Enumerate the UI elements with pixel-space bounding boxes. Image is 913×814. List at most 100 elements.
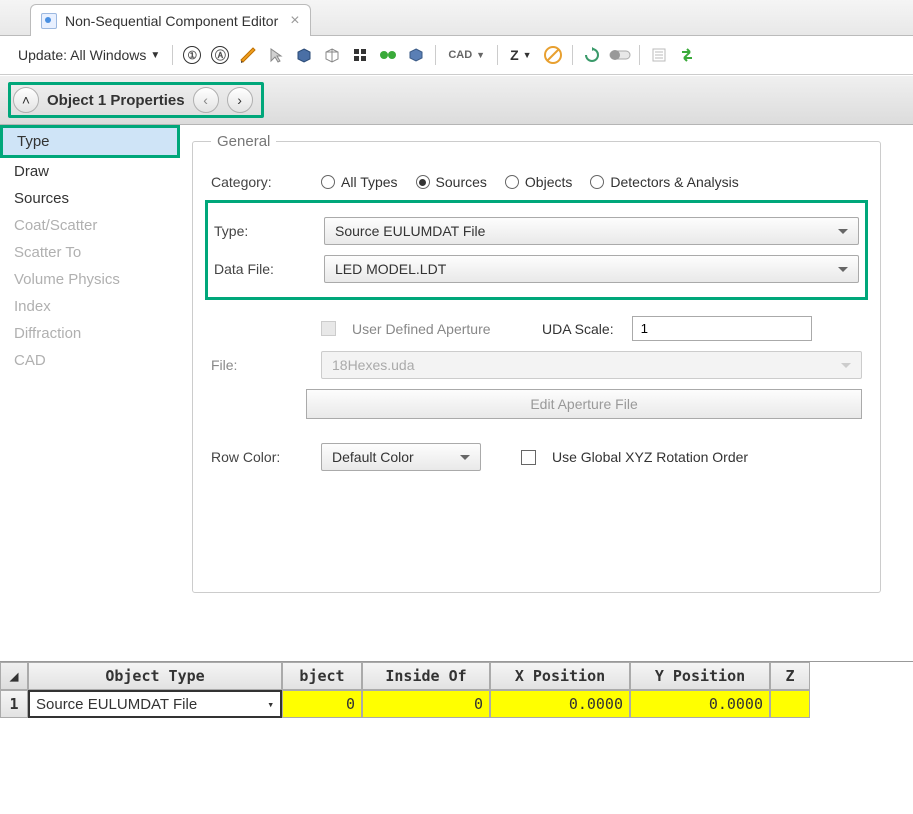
next-object-button[interactable]: › [227, 87, 253, 113]
cell-z[interactable] [770, 690, 810, 718]
global-xyz-label: Use Global XYZ Rotation Order [552, 449, 748, 465]
edit-icon[interactable] [237, 44, 259, 66]
sidebar-item-coat-scatter: Coat/Scatter [0, 212, 180, 239]
table-header-row: ◢ Object Type bject Inside Of X Position… [0, 662, 913, 690]
sidebar-item-draw[interactable]: Draw [0, 158, 180, 185]
rowcolor-combo[interactable]: Default Color [321, 443, 481, 471]
cell-x-position[interactable]: 0.0000 [490, 690, 630, 718]
document-icon [41, 13, 57, 29]
sidebar: Type Draw Sources Coat/Scatter Scatter T… [0, 125, 180, 655]
cursor-icon[interactable] [265, 44, 287, 66]
update-label: Update: All Windows [18, 47, 146, 63]
cube-solid-icon[interactable] [293, 44, 315, 66]
prev-object-button[interactable]: ‹ [193, 87, 219, 113]
radio-all-types-label: All Types [341, 174, 398, 190]
datafile-value: LED MODEL.LDT [335, 261, 446, 277]
type-datafile-highlight: Type: Source EULUMDAT File Data File: LE… [205, 200, 868, 300]
category-label: Category: [211, 174, 311, 190]
table-corner[interactable]: ◢ [0, 662, 28, 690]
chevron-down-icon: ▼ [476, 50, 485, 60]
file-label: File: [211, 357, 311, 373]
category-row: Category: All Types Sources Objects Dete… [211, 174, 862, 190]
content-panel: General Category: All Types Sources Obje… [180, 125, 913, 655]
col-bject[interactable]: bject [282, 662, 362, 690]
update-dropdown[interactable]: Update: All Windows ▼ [14, 45, 164, 65]
cell-inside-of[interactable]: 0 [362, 690, 490, 718]
category-radios: All Types Sources Objects Detectors & An… [321, 174, 739, 190]
cad-label: CAD [448, 49, 472, 61]
separator [639, 45, 640, 65]
col-y-position[interactable]: Y Position [630, 662, 770, 690]
rowcolor-row: Row Color: Default Color Use Global XYZ … [211, 443, 862, 471]
col-z[interactable]: Z [770, 662, 810, 690]
swap-icon[interactable] [676, 44, 698, 66]
separator [497, 45, 498, 65]
z-label: Z [510, 47, 519, 63]
datafile-label: Data File: [214, 261, 314, 277]
file-row: File: 18Hexes.uda [211, 351, 862, 379]
chevron-down-icon: ▼ [150, 50, 160, 61]
separator [435, 45, 436, 65]
z-dropdown[interactable]: Z ▼ [506, 45, 535, 65]
table-row[interactable]: 1 Source EULUMDAT File 0 0 0.0000 0.0000 [0, 690, 913, 718]
datafile-row: Data File: LED MODEL.LDT [214, 255, 859, 283]
file-value-label: 18Hexes.uda [332, 357, 415, 373]
radio-objects[interactable]: Objects [505, 174, 572, 190]
radio-objects-label: Objects [525, 174, 572, 190]
radio-sources-label: Sources [436, 174, 487, 190]
rowcolor-label: Row Color: [211, 449, 311, 465]
radio-sources[interactable]: Sources [416, 174, 487, 190]
hex-icon[interactable] [405, 44, 427, 66]
col-object-type[interactable]: Object Type [28, 662, 282, 690]
cad-dropdown[interactable]: CAD ▼ [444, 47, 489, 63]
col-inside-of[interactable]: Inside Of [362, 662, 490, 690]
radio-icon [505, 175, 519, 189]
editor-tab[interactable]: Non-Sequential Component Editor × [30, 4, 311, 36]
page-icon[interactable] [648, 44, 670, 66]
type-row: Type: Source EULUMDAT File [214, 217, 859, 245]
global-xyz-checkbox[interactable] [521, 450, 536, 465]
separator [172, 45, 173, 65]
uda-checkbox [321, 321, 336, 336]
datafile-combo[interactable]: LED MODEL.LDT [324, 255, 859, 283]
cycle-icon[interactable] [581, 44, 603, 66]
sidebar-item-sources[interactable]: Sources [0, 185, 180, 212]
block-icon[interactable] [542, 44, 564, 66]
sidebar-type-highlight: Type [0, 125, 180, 158]
sidebar-item-scatter-to: Scatter To [0, 239, 180, 266]
toggle-icon[interactable] [609, 44, 631, 66]
close-icon[interactable]: × [290, 12, 299, 30]
toolbar: Update: All Windows ▼ ① Ⓐ CAD ▼ Z ▼ [0, 36, 913, 75]
type-combo[interactable]: Source EULUMDAT File [324, 217, 859, 245]
file-combo: 18Hexes.uda [321, 351, 862, 379]
type-value: Source EULUMDAT File [335, 223, 485, 239]
grid-icon[interactable] [349, 44, 371, 66]
radio-detectors[interactable]: Detectors & Analysis [590, 174, 738, 190]
uda-scale-input[interactable] [632, 316, 812, 341]
radio-icon [416, 175, 430, 189]
radio-detectors-label: Detectors & Analysis [610, 174, 738, 190]
uda-check-label: User Defined Aperture [352, 321, 532, 337]
edit-aperture-row: Edit Aperture File [211, 389, 862, 419]
uda-scale-label: UDA Scale: [542, 321, 614, 337]
sidebar-item-diffraction: Diffraction [0, 320, 180, 347]
cell-bject[interactable]: 0 [282, 690, 362, 718]
tab-bar: Non-Sequential Component Editor × [0, 0, 913, 36]
col-x-position[interactable]: X Position [490, 662, 630, 690]
properties-bar: ˄ Object 1 Properties ‹ › [0, 75, 913, 125]
row-number[interactable]: 1 [0, 690, 28, 718]
sidebar-item-type[interactable]: Type [3, 128, 177, 155]
cell-object-type[interactable]: Source EULUMDAT File [28, 690, 282, 718]
collapse-button[interactable]: ˄ [13, 87, 39, 113]
chevron-down-icon: ▼ [523, 50, 532, 60]
general-fieldset: General Category: All Types Sources Obje… [192, 133, 881, 593]
general-legend: General [211, 133, 276, 150]
radio-all-types[interactable]: All Types [321, 174, 398, 190]
cube-wire-icon[interactable] [321, 44, 343, 66]
rowcolor-value: Default Color [332, 449, 414, 465]
cell-y-position[interactable]: 0.0000 [630, 690, 770, 718]
sidebar-item-volume-physics: Volume Physics [0, 266, 180, 293]
refresh-a-icon[interactable]: Ⓐ [209, 44, 231, 66]
link-icon[interactable] [377, 44, 399, 66]
refresh-1-icon[interactable]: ① [181, 44, 203, 66]
